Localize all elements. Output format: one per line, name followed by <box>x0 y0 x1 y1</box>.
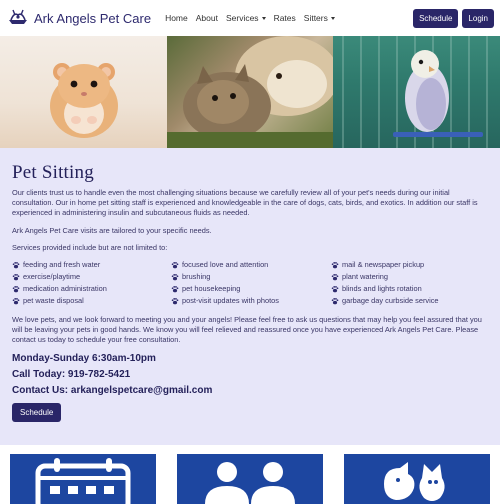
service-label: garbage day curbside service <box>342 296 439 306</box>
service-label: post-visit updates with photos <box>182 296 279 306</box>
service-item: brushing <box>171 272 331 282</box>
service-item: focused love and attention <box>171 260 331 270</box>
nav-services-dropdown[interactable]: Services <box>222 13 270 23</box>
schedule-button[interactable]: Schedule <box>413 8 459 28</box>
service-item: blinds and lights rotation <box>331 284 491 294</box>
chevron-down-icon <box>261 16 266 20</box>
email-text: Contact Us: arkangelspetcare@gmail.com <box>12 384 213 396</box>
schedule-main-button[interactable]: Schedule <box>12 402 62 422</box>
service-item: exercise/playtime <box>12 272 171 282</box>
services-list: feeding and fresh water focused love and … <box>12 260 488 306</box>
budgie-photo <box>333 36 500 148</box>
nav-services-label: Services <box>225 13 259 23</box>
ark-logo-icon <box>9 9 27 24</box>
hours-text: Monday-Sunday 6:30am-10pm <box>12 352 156 364</box>
service-item: garbage day curbside service <box>331 296 491 306</box>
phone-text: Call Today: 919-782-5421 <box>12 368 131 380</box>
feature-card-calendar[interactable] <box>10 454 156 504</box>
paw-icon <box>12 262 20 269</box>
nav-rates-label: Rates <box>273 13 296 23</box>
paw-icon <box>171 274 179 281</box>
service-label: focused love and attention <box>182 260 269 270</box>
hamster-photo <box>0 36 167 148</box>
brand-name: Ark Angels Pet Care <box>34 10 152 26</box>
service-label: blinds and lights rotation <box>342 284 422 294</box>
navbar: Ark Angels Pet Care Home About Services … <box>0 0 500 36</box>
paw-icon <box>331 274 339 281</box>
main-content: Pet Sitting Our clients trust us to hand… <box>0 148 500 445</box>
nav-home[interactable]: Home <box>161 13 192 23</box>
nav-home-label: Home <box>165 13 188 23</box>
brand-link[interactable]: Ark Angels Pet Care <box>6 6 151 30</box>
service-label: exercise/playtime <box>23 272 81 282</box>
budgie-illustration <box>342 36 488 148</box>
pets-icon <box>384 462 445 501</box>
intro-paragraph: Our clients trust us to handle even the … <box>12 188 478 218</box>
service-item: mail & newspaper pickup <box>331 260 491 270</box>
feature-card-people[interactable] <box>177 454 323 504</box>
tailored-paragraph: Ark Angels Pet Care visits are tailored … <box>12 225 212 235</box>
feature-cards <box>0 445 500 504</box>
service-label: brushing <box>182 272 211 282</box>
nav-sitters-label: Sitters <box>303 13 328 23</box>
people-icon <box>205 462 295 504</box>
paw-icon <box>171 286 179 293</box>
paw-icon <box>171 298 179 305</box>
paw-icon <box>171 262 179 269</box>
service-label: medication administration <box>23 284 107 294</box>
page-title: Pet Sitting <box>12 162 94 183</box>
chevron-down-icon <box>330 16 335 20</box>
service-item: pet housekeeping <box>171 284 331 294</box>
service-label: pet housekeeping <box>182 284 241 294</box>
service-item: medication administration <box>12 284 171 294</box>
service-label: mail & newspaper pickup <box>342 260 425 270</box>
nav-about[interactable]: About <box>192 13 222 23</box>
nav-sitters-dropdown[interactable]: Sitters <box>300 13 339 23</box>
paw-icon <box>12 298 20 305</box>
nav-rates[interactable]: Rates <box>270 13 300 23</box>
services-intro: Services provided include but are not li… <box>12 242 168 252</box>
service-item: pet waste disposal <box>12 296 171 306</box>
service-item: feeding and fresh water <box>12 260 171 270</box>
closing-paragraph: We love pets, and we look forward to mee… <box>12 315 482 345</box>
nav-buttons: Schedule Login <box>413 8 494 28</box>
paw-icon <box>331 286 339 293</box>
paw-icon <box>331 262 339 269</box>
service-label: plant watering <box>342 272 389 282</box>
login-button[interactable]: Login <box>462 8 494 28</box>
service-label: feeding and fresh water <box>23 260 101 270</box>
service-label: pet waste disposal <box>23 296 84 306</box>
calendar-icon <box>35 458 131 504</box>
nav-about-label: About <box>195 13 218 23</box>
cat-dog-illustration <box>166 36 334 148</box>
hamster-illustration <box>50 63 118 138</box>
service-item: plant watering <box>331 272 491 282</box>
nav-links: Home About Services Rates Sitters <box>161 13 339 23</box>
hero-banner <box>0 36 500 148</box>
paw-icon <box>12 286 20 293</box>
service-item: post-visit updates with photos <box>171 296 331 306</box>
paw-icon <box>331 298 339 305</box>
cat-dog-photo <box>166 36 334 148</box>
feature-card-pets[interactable] <box>344 454 490 504</box>
paw-icon <box>12 274 20 281</box>
